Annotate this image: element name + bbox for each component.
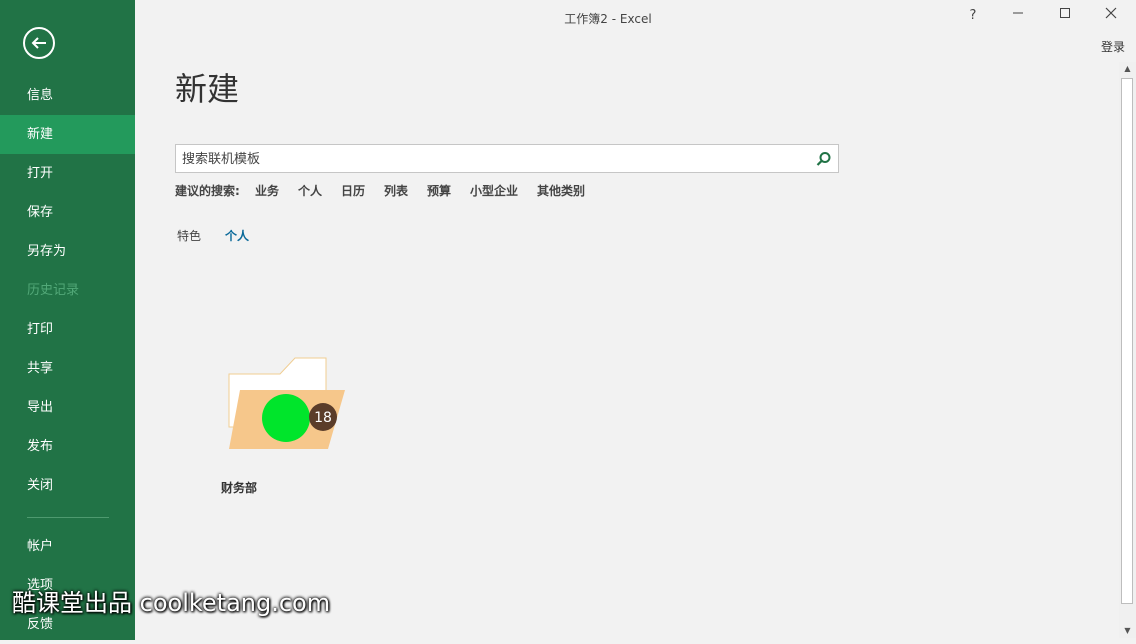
scroll-up-arrow-icon[interactable]: ▲ — [1119, 62, 1136, 76]
nav-new[interactable]: 新建 — [0, 115, 135, 154]
suggested-searches-label: 建议的搜索: — [175, 184, 240, 198]
watermark: 酷课堂出品 coolketang.com — [12, 589, 331, 617]
nav-share[interactable]: 共享 — [0, 349, 135, 388]
vertical-scrollbar[interactable]: ▲ ▼ — [1119, 62, 1136, 638]
maximize-icon — [1060, 8, 1070, 18]
nav-account[interactable]: 帐户 — [0, 527, 135, 566]
nav-print[interactable]: 打印 — [0, 310, 135, 349]
nav-history: 历史记录 — [27, 283, 80, 298]
minimize-icon — [1013, 12, 1023, 14]
nav-save-as[interactable]: 另存为 — [0, 232, 135, 271]
tab-featured[interactable]: 特色 — [177, 227, 201, 244]
suggest-calendar[interactable]: 日历 — [341, 182, 365, 199]
scroll-thumb[interactable] — [1121, 78, 1133, 604]
suggest-lists[interactable]: 列表 — [384, 182, 408, 199]
page-title: 新建 — [175, 70, 240, 108]
suggest-other-categories[interactable]: 其他类别 — [537, 182, 585, 199]
close-icon — [1105, 7, 1117, 19]
close-window-button[interactable] — [1088, 4, 1134, 28]
count-badge-text: 18 — [314, 410, 332, 426]
nav-open[interactable]: 打开 — [0, 154, 135, 193]
back-button[interactable] — [23, 27, 55, 59]
nav-publish[interactable]: 发布 — [0, 427, 135, 466]
suggest-budget[interactable]: 预算 — [427, 182, 451, 199]
window-title: 工作簿2 - Excel — [564, 12, 652, 26]
scroll-down-arrow-icon[interactable]: ▼ — [1119, 624, 1136, 638]
template-folder[interactable]: 18 — [228, 357, 346, 453]
nav-save[interactable]: 保存 — [0, 193, 135, 232]
suggest-business[interactable]: 业务 — [255, 182, 279, 199]
nav-close[interactable]: 关闭 — [0, 466, 135, 505]
nav-info[interactable]: 信息 — [0, 76, 135, 115]
suggest-small-business[interactable]: 小型企业 — [470, 182, 518, 199]
nav-export[interactable]: 导出 — [0, 388, 135, 427]
signin-link[interactable]: 登录 — [1101, 38, 1125, 55]
minimize-button[interactable] — [995, 4, 1041, 28]
suggest-personal[interactable]: 个人 — [298, 182, 322, 199]
template-search-box — [175, 144, 839, 173]
nav-divider — [27, 517, 109, 518]
folder-icon: 18 — [228, 357, 345, 449]
search-button[interactable] — [816, 151, 832, 167]
help-button[interactable]: ? — [950, 4, 996, 28]
status-dot — [262, 394, 310, 442]
folder-label: 财务部 — [221, 481, 258, 495]
back-arrow-icon — [31, 37, 46, 49]
maximize-button[interactable] — [1042, 4, 1088, 28]
backstage-sidebar: 信息 新建 打开 保存 另存为 历史记录 打印 共享 导出 发布 关闭 帐户 选… — [0, 0, 135, 640]
backstage-content: 工作簿2 - Excel ? 登录 新建 建议的搜索: 业务 个人 日历 列表 … — [135, 0, 1136, 640]
template-search-input[interactable] — [182, 150, 802, 168]
search-icon — [816, 152, 831, 166]
tab-personal[interactable]: 个人 — [225, 227, 249, 244]
